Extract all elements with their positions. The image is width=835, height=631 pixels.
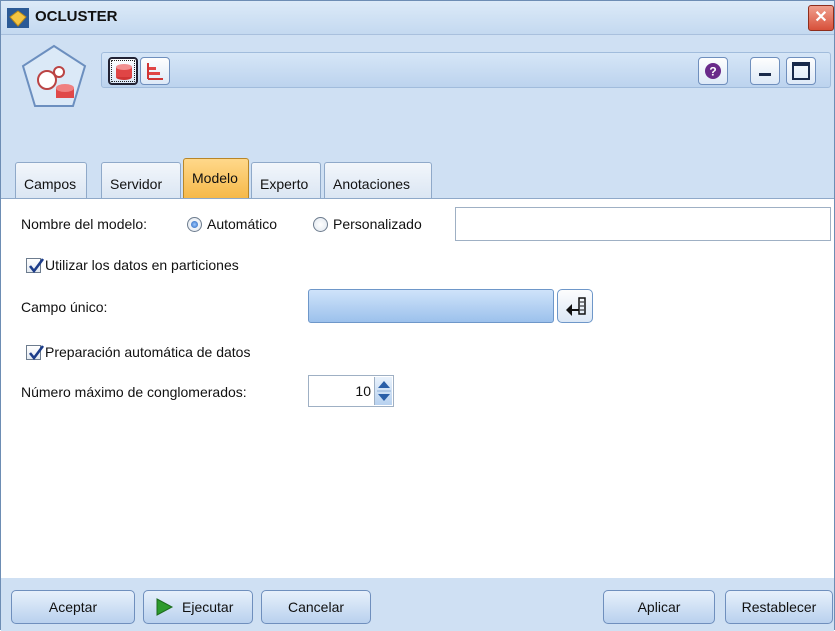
use-partitions-checkbox[interactable] — [26, 258, 45, 274]
accept-button[interactable]: Aceptar — [11, 590, 135, 624]
toolbar: ? — [101, 52, 831, 88]
tab-anotaciones[interactable]: Anotaciones — [324, 162, 432, 198]
data-source-button[interactable] — [108, 57, 138, 85]
radio-custom[interactable] — [313, 217, 328, 232]
custom-model-name-input[interactable] — [455, 207, 831, 241]
field-picker-button[interactable] — [557, 289, 593, 323]
maximize-icon — [792, 62, 810, 80]
close-button[interactable]: ✕ — [808, 5, 834, 31]
spinner-arrows[interactable] — [374, 377, 392, 405]
tab-experto[interactable]: Experto — [251, 162, 321, 198]
auto-data-prep-label: Preparación automática de datos — [45, 344, 251, 360]
help-button[interactable]: ? — [698, 57, 728, 85]
help-icon: ? — [705, 63, 721, 79]
tab-servidor[interactable]: Servidor — [101, 162, 181, 198]
minimize-icon — [759, 73, 771, 76]
window-title: OCLUSTER — [35, 8, 118, 25]
minimize-button[interactable] — [750, 57, 780, 85]
use-partitions-label: Utilizar los datos en particiones — [45, 257, 239, 273]
svg-text:?: ? — [709, 65, 716, 79]
max-clusters-value[interactable]: 10 — [355, 383, 371, 399]
maximize-button[interactable] — [786, 57, 816, 85]
node-diamond-icon — [7, 8, 29, 28]
model-panel: Nombre del modelo: Automático Personaliz… — [1, 198, 834, 578]
auto-data-prep-checkbox[interactable] — [26, 345, 45, 361]
toolbar-strip: ? — [1, 36, 834, 148]
max-clusters-label: Número máximo de conglomerados: — [21, 384, 247, 400]
max-clusters-spinner[interactable]: 10 — [308, 375, 394, 407]
title-bar: OCLUSTER ✕ — [1, 1, 834, 35]
bar-chart-icon — [147, 63, 163, 80]
model-name-label: Nombre del modelo: — [21, 216, 148, 232]
radio-custom-label[interactable]: Personalizado — [333, 216, 422, 232]
radio-selected-dot — [191, 221, 198, 228]
tab-campos[interactable]: Campos — [15, 162, 87, 198]
cancel-button[interactable]: Cancelar — [261, 590, 371, 624]
radio-automatic-label[interactable]: Automático — [207, 216, 277, 232]
close-icon: ✕ — [814, 9, 828, 26]
field-picker-icon — [566, 297, 586, 316]
chart-button[interactable] — [140, 57, 170, 85]
unique-field-input[interactable] — [308, 289, 554, 323]
checkmark-icon — [28, 345, 45, 361]
run-button[interactable]: Ejecutar — [143, 590, 253, 624]
database-icon — [116, 64, 132, 80]
play-icon — [156, 598, 174, 616]
checkmark-icon — [28, 258, 45, 274]
tab-modelo[interactable]: Modelo — [183, 158, 249, 198]
run-label: Ejecutar — [182, 599, 234, 615]
reset-button[interactable]: Restablecer — [725, 590, 833, 624]
button-bar: Aceptar Ejecutar Cancelar Aplicar Restab… — [1, 579, 834, 631]
dialog-window: OCLUSTER ✕ ? Campos Servidor Modelo Expe… — [0, 0, 835, 631]
unique-field-label: Campo único: — [21, 299, 108, 315]
apply-button[interactable]: Aplicar — [603, 590, 715, 624]
spinner-up-down-icon — [377, 381, 391, 401]
cluster-node-icon — [21, 44, 87, 107]
radio-automatic[interactable] — [187, 217, 202, 232]
